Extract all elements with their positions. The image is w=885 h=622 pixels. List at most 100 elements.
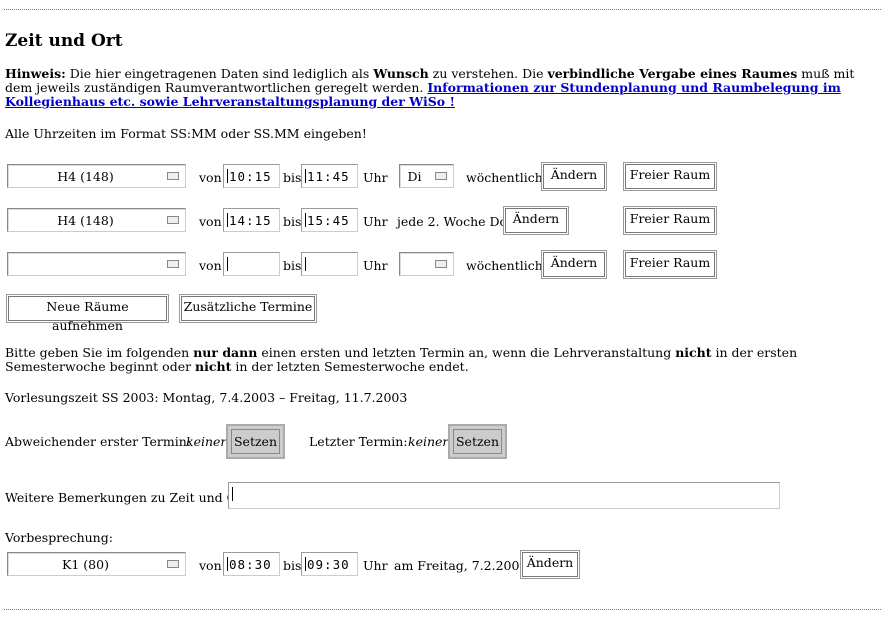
to-label-2: bis: [283, 214, 302, 229]
pre-meeting-room-value: K1 (80): [62, 557, 109, 572]
free-room-button-1[interactable]: Freier Raum: [623, 162, 717, 191]
end-time-input-3[interactable]: [301, 252, 358, 276]
room-select-2-value: H4 (148): [57, 213, 114, 228]
time-format-note: Alle Uhrzeiten im Format SS:MM oder SS.M…: [5, 126, 367, 141]
text-caret: [305, 557, 306, 571]
pre-meeting-from-label: von: [199, 558, 222, 573]
change-button-1-label: Ändern: [543, 164, 605, 189]
end-time-input-1[interactable]: 11:45: [301, 164, 358, 188]
notice-bold-1: nur dann: [193, 345, 258, 360]
notice-bold-3: nicht: [195, 359, 232, 374]
hint-text-2: zu verstehen. Die: [428, 66, 548, 81]
notice-bold-2: nicht: [675, 345, 712, 360]
day-select-1-value: Di: [407, 169, 422, 184]
start-time-input-3[interactable]: [223, 252, 280, 276]
pre-meeting-end-input[interactable]: 09:30: [301, 552, 358, 576]
clock-label-3: Uhr: [363, 258, 388, 273]
change-button-1[interactable]: Ändern: [541, 162, 607, 191]
text-caret: [227, 213, 228, 227]
notice-text-4: in der letzten Semesterwoche endet.: [231, 359, 469, 374]
notice-text-2: einen ersten und letzten Termin an, wenn…: [257, 345, 676, 360]
change-button-3-label: Ändern: [543, 252, 605, 277]
to-label-3: bis: [283, 258, 302, 273]
dropdown-arrow-icon: [435, 260, 447, 268]
day-select-3[interactable]: [399, 252, 454, 276]
pre-meeting-to-label: bis: [283, 558, 302, 573]
pre-meeting-start-input[interactable]: 08:30: [223, 552, 280, 576]
text-caret: [305, 169, 306, 183]
dropdown-arrow-icon: [167, 216, 179, 224]
dropdown-arrow-icon: [167, 260, 179, 268]
end-time-1-value: 11:45: [307, 169, 350, 184]
set-last-date-button[interactable]: Setzen: [448, 424, 507, 459]
dropdown-arrow-icon: [435, 172, 447, 180]
room-select-1[interactable]: H4 (148): [7, 164, 186, 188]
clock-label-2: Uhr: [363, 214, 388, 229]
free-room-button-3[interactable]: Freier Raum: [623, 250, 717, 279]
room-select-2[interactable]: H4 (148): [7, 208, 186, 232]
add-new-rooms-button[interactable]: Neue Räume aufnehmen: [6, 294, 169, 333]
room-select-1-value: H4 (148): [57, 169, 114, 184]
start-time-input-1[interactable]: 10:15: [223, 164, 280, 188]
first-date-value: keiner: [186, 434, 227, 449]
set-first-date-label: Setzen: [231, 429, 280, 454]
dropdown-arrow-icon: [167, 560, 179, 568]
hint-label: Hinweis:: [5, 66, 66, 81]
start-time-input-2[interactable]: 14:15: [223, 208, 280, 232]
remarks-input[interactable]: [228, 482, 780, 509]
remarks-label: Weitere Bemerkungen zu Zeit und Ort:: [5, 490, 253, 505]
end-time-2-value: 15:45: [307, 213, 350, 228]
set-first-date-button[interactable]: Setzen: [226, 424, 285, 459]
hint-text-1: Die hier eingetragenen Daten sind ledigl…: [65, 66, 374, 81]
set-last-date-label: Setzen: [453, 429, 502, 454]
top-divider: [4, 9, 881, 10]
change-button-2[interactable]: Ändern: [503, 206, 569, 235]
text-caret: [227, 169, 228, 183]
clock-label-1: Uhr: [363, 170, 388, 185]
from-label-3: von: [199, 258, 222, 273]
start-time-1-value: 10:15: [229, 169, 272, 184]
last-date-label: Letzter Termin:: [309, 434, 408, 449]
day-select-1[interactable]: Di: [399, 164, 454, 188]
pre-meeting-clock-label: Uhr: [363, 558, 388, 573]
start-time-2-value: 14:15: [229, 213, 272, 228]
dropdown-arrow-icon: [167, 172, 179, 180]
frequency-label-3: wöchentlich: [466, 258, 543, 273]
from-label-2: von: [199, 214, 222, 229]
text-caret: [227, 257, 228, 271]
pre-meeting-change-button[interactable]: Ändern: [520, 550, 580, 579]
pre-meeting-start-value: 08:30: [229, 557, 272, 572]
additional-dates-label: Zusätzliche Termine: [181, 296, 315, 321]
additional-dates-button[interactable]: Zusätzliche Termine: [179, 294, 317, 323]
hint-bold-wish: Wunsch: [373, 66, 429, 81]
hint-paragraph: Hinweis: Die hier eingetragenen Daten si…: [5, 67, 865, 109]
first-date-label: Abweichender erster Termin:: [5, 434, 191, 449]
free-room-button-3-label: Freier Raum: [625, 252, 715, 277]
frequency-label-2: jede 2. Woche Do: [397, 214, 508, 229]
change-button-2-label: Ändern: [505, 208, 567, 233]
text-caret: [305, 257, 306, 271]
page-title: Zeit und Ort: [5, 31, 123, 51]
text-caret: [232, 487, 233, 501]
pre-meeting-change-label: Ändern: [522, 552, 578, 577]
lecture-period: Vorlesungszeit SS 2003: Montag, 7.4.2003…: [5, 390, 408, 405]
add-new-rooms-label: Neue Räume aufnehmen: [8, 296, 167, 333]
pre-meeting-room-select[interactable]: K1 (80): [7, 552, 186, 576]
end-time-input-2[interactable]: 15:45: [301, 208, 358, 232]
bottom-divider: [4, 609, 881, 610]
change-button-3[interactable]: Ändern: [541, 250, 607, 279]
pre-meeting-label: Vorbesprechung:: [5, 530, 113, 545]
text-caret: [227, 557, 228, 571]
room-select-3[interactable]: [7, 252, 186, 276]
pre-meeting-date: am Freitag, 7.2.2003: [394, 558, 528, 573]
hint-bold-allocation: verbindliche Vergabe eines Raumes: [547, 66, 798, 81]
pre-meeting-end-value: 09:30: [307, 557, 350, 572]
to-label-1: bis: [283, 170, 302, 185]
text-caret: [305, 213, 306, 227]
free-room-button-2-label: Freier Raum: [625, 208, 715, 233]
frequency-label-1: wöchentlich: [466, 170, 543, 185]
notice-paragraph: Bitte geben Sie im folgenden nur dann ei…: [5, 346, 880, 374]
free-room-button-1-label: Freier Raum: [625, 164, 715, 189]
from-label-1: von: [199, 170, 222, 185]
free-room-button-2[interactable]: Freier Raum: [623, 206, 717, 235]
